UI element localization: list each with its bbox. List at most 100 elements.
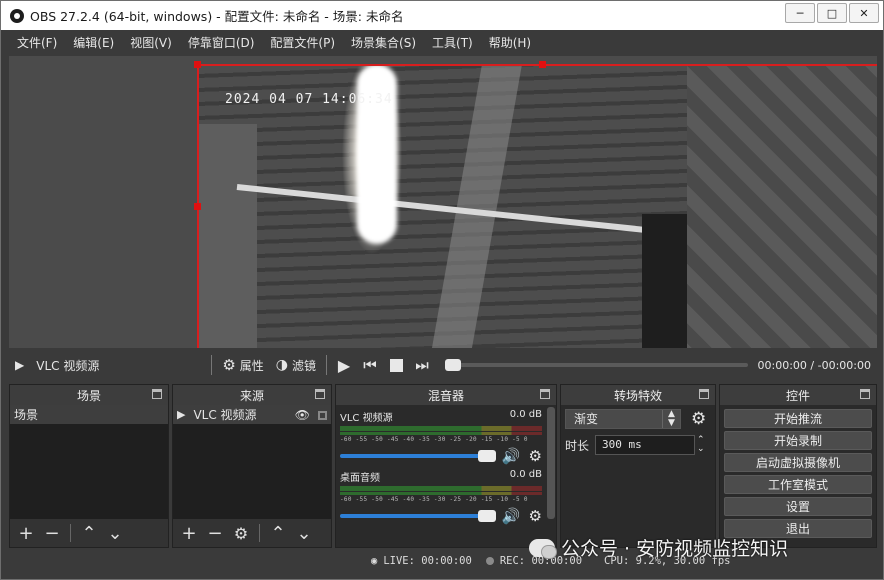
scenes-title: 场景 xyxy=(76,388,101,403)
restart-button[interactable]: ⏮ xyxy=(357,353,383,377)
watermark: 公众号 · 安防视频监控知识 xyxy=(529,534,788,561)
play-icon: ▶ xyxy=(337,355,351,375)
resize-handle[interactable] xyxy=(539,61,546,68)
window-title: OBS 27.2.4 (64-bit, windows) - 配置文件: 未命名… xyxy=(30,9,404,24)
seek-handle[interactable] xyxy=(445,359,462,371)
transitions-dock: 转场特效 渐变 ▲ ▼ ⚙ 时长 300 ms ⌃ ⌄ xyxy=(560,384,716,548)
scenes-dock: 场景 场景 + − ⌃ ⌄ xyxy=(9,384,169,548)
play-icon: ▶ xyxy=(15,358,25,372)
resize-handle[interactable] xyxy=(194,203,201,210)
transitions-title: 转场特效 xyxy=(613,388,662,403)
duration-value: 300 ms xyxy=(602,438,642,451)
selection-box[interactable] xyxy=(197,64,877,348)
menu-view[interactable]: 视图(V) xyxy=(122,34,180,51)
move-up-button[interactable]: ⌃ xyxy=(266,521,290,545)
resize-handle[interactable] xyxy=(194,61,201,68)
move-down-button[interactable]: ⌄ xyxy=(292,521,316,545)
menu-edit[interactable]: 编辑(E) xyxy=(65,34,122,51)
meter-scale: -60 -55 -50 -45 -40 -35 -30 -25 -20 -15 … xyxy=(340,436,528,443)
remove-source-button[interactable]: − xyxy=(203,521,227,545)
updown-arrow-icon: ▲ ▼ xyxy=(662,410,680,428)
source-toolbar: ▶ VLC 视频源 ⚙ 属性 ◑ 滤镜 ▶ ⏮ ⏭ 00:00:00 / -00… xyxy=(9,350,877,380)
preview-canvas[interactable]: 2024 04 07 14:06:34 xyxy=(194,61,877,348)
live-time: LIVE: 00:00:00 xyxy=(383,555,472,567)
audio-meter xyxy=(340,492,542,495)
volume-handle[interactable] xyxy=(477,510,496,522)
audio-meter xyxy=(340,432,542,435)
start-streaming-button[interactable]: 开始推流 xyxy=(724,409,872,428)
mixer-title: 混音器 xyxy=(427,388,464,403)
controls-title: 控件 xyxy=(785,388,810,403)
start-recording-button[interactable]: 开始录制 xyxy=(724,431,872,450)
move-up-button[interactable]: ⌃ xyxy=(77,521,101,545)
gear-icon[interactable]: ⚙ xyxy=(529,507,542,525)
speaker-icon[interactable]: 🔊 xyxy=(502,447,521,465)
skip-forward-icon: ⏭ xyxy=(415,356,429,374)
duration-label: 时长 xyxy=(565,438,590,453)
float-dock-icon[interactable] xyxy=(540,389,550,399)
watermark-text: 公众号 · 安防视频监控知识 xyxy=(561,538,789,560)
controls-dock: 控件 开始推流 开始录制 启动虚拟摄像机 工作室模式 设置 退出 xyxy=(719,384,877,548)
menu-profile[interactable]: 配置文件(P) xyxy=(262,34,343,51)
studio-mode-button[interactable]: 工作室模式 xyxy=(724,475,872,494)
float-dock-icon[interactable] xyxy=(152,389,162,399)
float-dock-icon[interactable] xyxy=(860,389,870,399)
transition-selected: 渐变 xyxy=(574,412,599,426)
settings-button[interactable]: 设置 xyxy=(724,497,872,516)
rec-dot-icon xyxy=(485,557,494,565)
seek-slider[interactable] xyxy=(445,359,748,371)
properties-button[interactable]: ⚙ 属性 xyxy=(216,356,269,374)
sources-list[interactable]: ▶ VLC 视频源 👁 xyxy=(173,405,331,519)
gear-icon[interactable]: ⚙ xyxy=(529,447,542,465)
chevron-up-icon: ⌃ xyxy=(270,522,286,544)
close-button[interactable]: ✕ xyxy=(849,3,879,23)
stop-button[interactable] xyxy=(383,353,409,377)
mixer-scrollbar[interactable] xyxy=(547,407,555,519)
remove-scene-button[interactable]: − xyxy=(40,521,64,545)
start-virtual-camera-button[interactable]: 启动虚拟摄像机 xyxy=(724,453,872,472)
move-down-button[interactable]: ⌄ xyxy=(103,521,127,545)
volume-slider[interactable] xyxy=(340,510,496,522)
source-name: VLC 视频源 xyxy=(193,408,257,422)
next-button[interactable]: ⏭ xyxy=(409,353,435,377)
volume-slider[interactable] xyxy=(340,450,496,462)
filters-button[interactable]: ◑ 滤镜 xyxy=(270,357,322,374)
menu-bar: 文件(F) 编辑(E) 视图(V) 停靠窗口(D) 配置文件(P) 场景集合(S… xyxy=(1,30,883,54)
float-dock-icon[interactable] xyxy=(315,389,325,399)
duration-spinbox[interactable]: 300 ms xyxy=(595,435,696,455)
mixer-dock: 混音器 VLC 视频源 0.0 dB -60 -55 -50 -45 -40 -3… xyxy=(335,384,557,548)
list-item[interactable]: ▶ VLC 视频源 👁 xyxy=(173,405,331,424)
obs-window: OBS 27.2.4 (64-bit, windows) - 配置文件: 未命名… xyxy=(0,0,884,580)
audio-meter xyxy=(340,426,542,431)
add-source-button[interactable]: + xyxy=(177,521,201,545)
gear-icon[interactable]: ⚙ xyxy=(691,409,706,429)
list-item[interactable]: 场景 xyxy=(10,405,168,424)
speaker-icon[interactable]: 🔊 xyxy=(502,507,521,525)
add-scene-button[interactable]: + xyxy=(14,521,38,545)
float-dock-icon[interactable] xyxy=(699,389,709,399)
menu-tools[interactable]: 工具(T) xyxy=(424,34,481,51)
active-source-name: VLC 视频源 xyxy=(36,358,100,373)
play-icon: ▶ xyxy=(177,408,186,421)
source-settings-button[interactable]: ⚙ xyxy=(229,521,253,545)
lock-icon[interactable] xyxy=(318,410,327,420)
mixer-channel: 桌面音频 0.0 dB -60 -55 -50 -45 -40 -35 -30 -… xyxy=(340,469,542,525)
channel-level: 0.0 dB xyxy=(509,469,542,480)
play-button[interactable]: ▶ xyxy=(331,353,357,377)
menu-scene-collection[interactable]: 场景集合(S) xyxy=(343,34,424,51)
preview-area[interactable]: 2024 04 07 14:06:34 xyxy=(9,56,877,348)
spin-arrows-icon[interactable]: ⌃ ⌄ xyxy=(697,436,705,454)
menu-docks[interactable]: 停靠窗口(D) xyxy=(180,34,263,51)
chevron-up-icon: ⌃ xyxy=(81,522,97,544)
channel-name: 桌面音频 xyxy=(340,473,380,484)
minimize-button[interactable]: ─ xyxy=(785,3,815,23)
eye-icon[interactable]: 👁 xyxy=(295,408,310,422)
menu-help[interactable]: 帮助(H) xyxy=(481,34,539,51)
volume-handle[interactable] xyxy=(477,450,496,462)
transition-select[interactable]: 渐变 ▲ ▼ xyxy=(565,409,681,429)
title-bar: OBS 27.2.4 (64-bit, windows) - 配置文件: 未命名… xyxy=(1,1,883,30)
channel-level: 0.0 dB xyxy=(509,409,542,420)
menu-file[interactable]: 文件(F) xyxy=(9,34,65,51)
scenes-list[interactable]: 场景 xyxy=(10,405,168,519)
maximize-button[interactable]: □ xyxy=(817,3,847,23)
